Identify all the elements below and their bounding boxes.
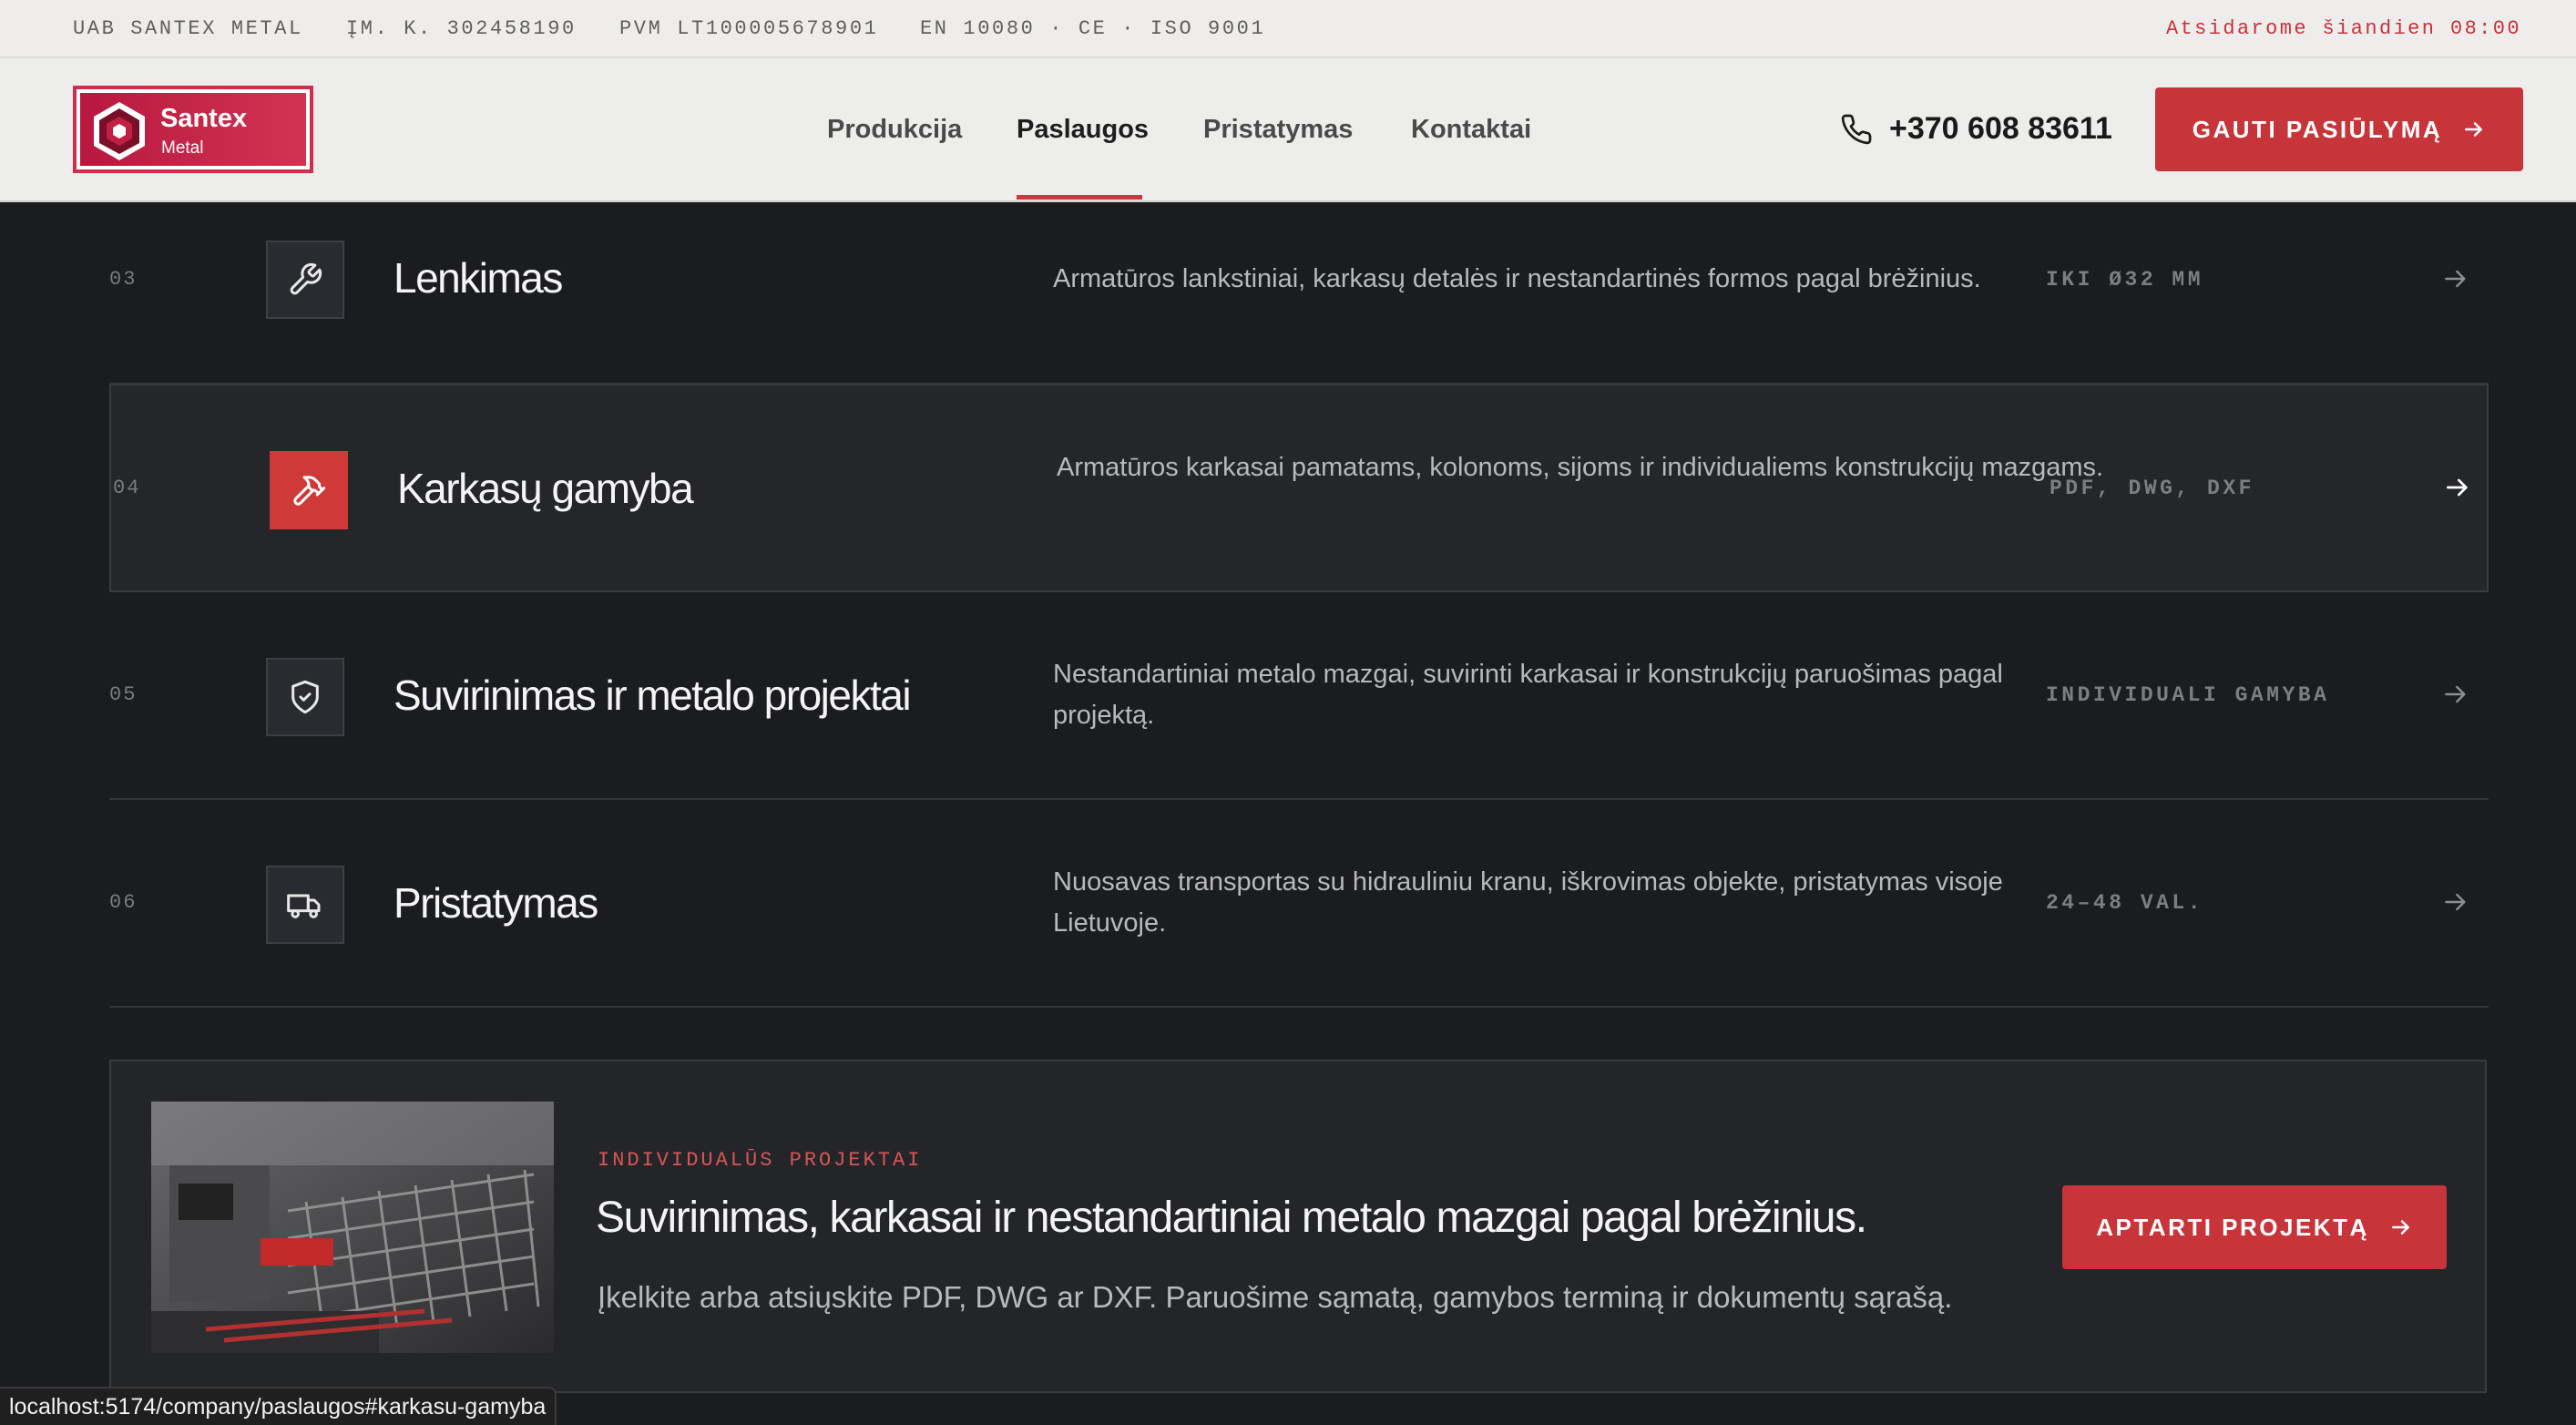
service-icon-box xyxy=(266,658,344,736)
nav-pristatymas[interactable]: Pristatymas xyxy=(1203,115,1353,145)
arrow-right-icon xyxy=(2391,1220,2409,1235)
custom-projects-banner: INDIVIDUALŪS PROJEKTAI Suvirinimas, kark… xyxy=(109,1060,2487,1393)
arrow-right-icon xyxy=(2465,122,2483,137)
logo-badge: Santex Metal xyxy=(80,93,306,166)
discuss-project-label: APTARTI PROJEKTĄ xyxy=(2096,1213,2369,1241)
service-icon-box xyxy=(266,866,344,944)
vat-code: PVM LT100005678901 xyxy=(619,17,879,40)
service-description: Armatūros karkasai pamatams, kolonoms, s… xyxy=(1057,453,2104,482)
site-header: Santex Metal Produkcija Paslaugos Prista… xyxy=(0,58,2576,202)
banner-eyebrow: INDIVIDUALŪS PROJEKTAI xyxy=(598,1149,923,1172)
arrow-right-icon xyxy=(2447,478,2468,497)
logo[interactable]: Santex Metal xyxy=(73,86,313,173)
service-icon-box xyxy=(270,451,348,529)
arrow-right-icon xyxy=(2445,685,2466,703)
service-row-suvirinimas[interactable]: 05 Suvirinimas ir metalo projektai Nesta… xyxy=(109,592,2489,800)
banner-description: Įkelkite arba atsiųskite PDF, DWG ar DXF… xyxy=(598,1280,1953,1314)
link-status-bar: localhost:5174/company/paslaugos#karkasu… xyxy=(0,1387,557,1425)
service-title: Pristatymas xyxy=(394,879,598,927)
nav-produkcija[interactable]: Produkcija xyxy=(827,115,962,145)
nav-active-indicator xyxy=(1017,195,1142,200)
service-tag: IKI Ø32 MM xyxy=(2046,268,2204,292)
nav-paslaugos[interactable]: Paslaugos xyxy=(1017,115,1149,145)
standards-text: EN 10080 · CE · ISO 9001 xyxy=(920,17,1266,40)
service-number: 06 xyxy=(109,891,138,914)
nav-kontaktai[interactable]: Kontaktai xyxy=(1411,115,1531,145)
service-title: Lenkimas xyxy=(394,254,563,302)
arrow-right-icon xyxy=(2445,893,2466,911)
service-title: Suvirinimas ir metalo projektai xyxy=(394,671,912,719)
logo-subtitle: Metal xyxy=(161,138,204,158)
phone-number[interactable]: +370 608 83611 xyxy=(1889,111,2112,147)
service-number: 04 xyxy=(113,477,141,499)
service-row-karkasu-gamyba[interactable]: 04 Karkasų gamyba Armatūros karkasai pam… xyxy=(109,384,2489,592)
top-info-bar: UAB SANTEX METAL ĮM. K. 302458190 PVM LT… xyxy=(0,0,2576,58)
shield-check-icon xyxy=(291,680,319,714)
discuss-project-button[interactable]: APTARTI PROJEKTĄ xyxy=(2062,1185,2447,1269)
rebar-cage-photo xyxy=(151,1102,554,1353)
hammer-icon xyxy=(293,476,326,506)
company-code: ĮM. K. 302458190 xyxy=(346,17,577,40)
hexagon-logo-icon xyxy=(94,102,145,160)
service-icon-box xyxy=(266,241,344,319)
banner-title: Suvirinimas, karkasai ir nestandartiniai… xyxy=(596,1194,1867,1242)
service-description: Armatūros lankstiniai, karkasų detalės i… xyxy=(1053,264,1981,293)
service-number: 05 xyxy=(109,683,138,706)
logo-name: Santex xyxy=(160,104,248,133)
service-tag: 24–48 VAL. xyxy=(2046,891,2204,915)
phone-icon xyxy=(1841,114,1872,145)
service-tag: PDF, DWG, DXF xyxy=(2050,477,2254,500)
service-title: Karkasų gamyba xyxy=(397,465,694,512)
service-description: Nuosavas transportas su hidrauliniu kran… xyxy=(1053,867,2003,938)
opening-hours: Atsidarome šiandien 08:00 xyxy=(2165,17,2521,40)
get-quote-button[interactable]: GAUTI PASIŪLYMĄ xyxy=(2155,87,2523,171)
arrow-right-icon xyxy=(2445,270,2466,288)
truck-icon xyxy=(287,894,321,918)
service-row-lenkimas[interactable]: 03 Lenkimas Armatūros lankstiniai, karka… xyxy=(109,202,2489,384)
service-row-pristatymas[interactable]: 06 Pristatymas Nuosavas transportas su h… xyxy=(109,800,2489,1008)
service-description: Nestandartiniai metalo mazgai, suvirinti… xyxy=(1053,660,2003,730)
company-name: UAB SANTEX METAL xyxy=(73,17,303,40)
service-tag: INDIVIDUALI GAMYBA xyxy=(2046,683,2330,707)
service-number: 03 xyxy=(109,268,138,291)
wrench-icon xyxy=(290,262,322,295)
get-quote-label: GAUTI PASIŪLYMĄ xyxy=(2192,115,2443,143)
